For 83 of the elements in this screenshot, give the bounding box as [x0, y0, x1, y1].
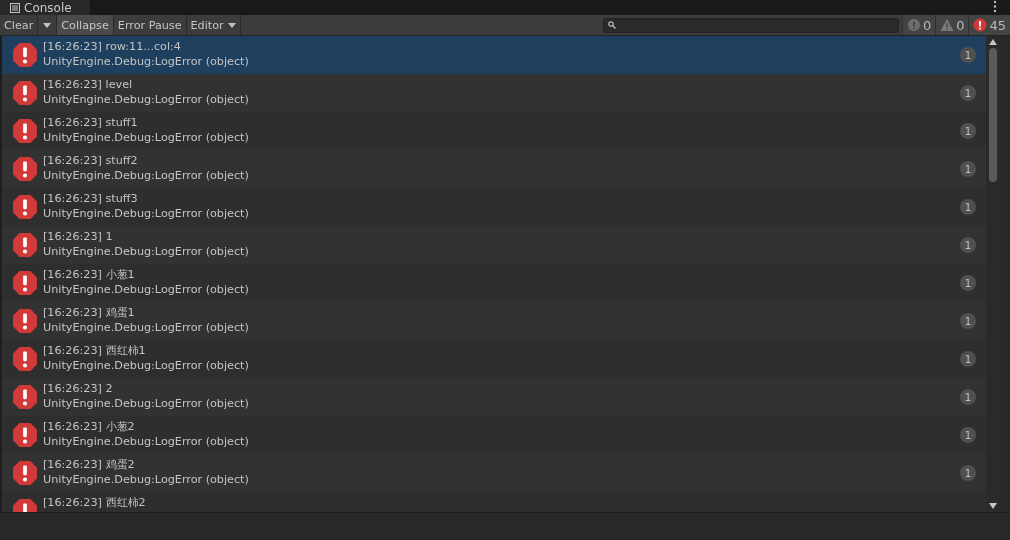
log-source: UnityEngine.Debug:LogError (object)	[43, 130, 249, 145]
log-message: [16:26:23] stuff1	[43, 115, 139, 130]
log-source: UnityEngine.Debug:LogError (object)	[43, 358, 249, 373]
log-message: [16:26:23] 小葱1	[43, 267, 136, 282]
clear-button[interactable]: Clear	[0, 15, 39, 35]
error-count-button[interactable]: 45	[968, 15, 1010, 35]
caret-icon	[227, 22, 236, 28]
log-source: UnityEngine.Debug:LogError (object)	[43, 168, 249, 183]
search-field[interactable]	[602, 17, 899, 33]
scroll-thumb[interactable]	[989, 48, 997, 182]
log-message: [16:26:23] 鸡蛋1	[43, 305, 136, 320]
error-icon	[12, 156, 38, 182]
log-source: UnityEngine.Debug:LogError (object)	[43, 92, 249, 107]
error-icon	[12, 460, 38, 486]
error-icon	[12, 346, 38, 372]
log-source: UnityEngine.Debug:LogError (object)	[43, 244, 249, 259]
log-entry[interactable]: [16:26:23] row:11...col:4 UnityEngine.Debug:LogError (object) 1	[2, 36, 986, 74]
log-entry[interactable]: [16:26:23] 西红柿2	[2, 492, 986, 512]
error-icon	[12, 232, 38, 258]
count-badge: 1	[960, 427, 976, 443]
count-badge: 1	[960, 313, 976, 329]
toggle-button[interactable]: Collapse	[57, 15, 114, 35]
log-message: [16:26:23] 小葱2	[43, 419, 136, 434]
log-message: [16:26:23] 1	[43, 229, 114, 244]
count-badge: 1	[960, 237, 976, 253]
count-badge: 1	[960, 389, 976, 405]
log-entry[interactable]: [16:26:23] 鸡蛋2 UnityEngine.Debug:LogError (object) 1	[2, 454, 986, 492]
log-entry[interactable]: [16:26:23] level UnityEngine.Debug:LogError (object) 1	[2, 74, 986, 112]
log-message: [16:26:23] stuff2	[43, 153, 139, 168]
log-message: [16:26:23] 西红柿2	[43, 495, 146, 510]
scroll-up-icon[interactable]	[989, 39, 997, 45]
more-icon[interactable]	[992, 0, 998, 13]
error-icon	[12, 308, 38, 334]
console-icon	[10, 2, 20, 13]
scrollbar[interactable]	[986, 36, 1000, 512]
log-entry[interactable]: [16:26:23] 1 UnityEngine.Debug:LogError (object) 1	[2, 226, 986, 264]
log-entry[interactable]: [16:26:23] 小葱2 UnityEngine.Debug:LogError (object) 1	[2, 416, 986, 454]
error-icon	[973, 18, 988, 32]
log-entry[interactable]: [16:26:23] stuff3 UnityEngine.Debug:LogError (object) 1	[2, 188, 986, 226]
log-message: [16:26:23] 鸡蛋2	[43, 457, 136, 472]
error-icon	[12, 422, 38, 448]
log-entry[interactable]: [16:26:23] 鸡蛋1 UnityEngine.Debug:LogError (object) 1	[2, 302, 986, 340]
scroll-down-icon[interactable]	[989, 503, 997, 509]
toggle-button[interactable]: Error Pause	[113, 15, 187, 35]
log-source: UnityEngine.Debug:LogError (object)	[43, 434, 249, 449]
log-message: [16:26:23] 2	[43, 381, 114, 396]
count-badge: 1	[960, 123, 976, 139]
log-source: UnityEngine.Debug:LogError (object)	[43, 282, 249, 297]
log-source: UnityEngine.Debug:LogError (object)	[43, 320, 249, 335]
log-entry[interactable]: [16:26:23] stuff2 UnityEngine.Debug:LogError (object) 1	[2, 150, 986, 188]
dropdown-button[interactable]: Editor	[186, 15, 241, 35]
count-badge: 1	[960, 465, 976, 481]
error-icon	[12, 384, 38, 410]
log-message: [16:26:23] level	[43, 77, 134, 92]
warning-icon	[940, 18, 955, 32]
error-icon	[12, 194, 38, 220]
error-icon	[12, 118, 38, 144]
count-badge: 1	[960, 351, 976, 367]
log-message: [16:26:23] row:11...col:4	[43, 39, 182, 54]
count-badge: 1	[960, 199, 976, 215]
log-source: UnityEngine.Debug:LogError (object)	[43, 396, 249, 411]
error-icon	[12, 270, 38, 296]
error-icon	[12, 80, 38, 106]
count-badge: 1	[960, 161, 976, 177]
log-source: UnityEngine.Debug:LogError (object)	[43, 206, 249, 221]
info-icon	[906, 18, 921, 32]
log-entry[interactable]: [16:26:23] stuff1 UnityEngine.Debug:LogError (object) 1	[2, 112, 986, 150]
count-badge: 1	[960, 275, 976, 291]
log-entry[interactable]: [16:26:23] 西红柿1 UnityEngine.Debug:LogError (object) 1	[2, 340, 986, 378]
error-icon	[12, 42, 38, 68]
console-tab[interactable]: Console	[0, 0, 90, 15]
log-source: UnityEngine.Debug:LogError (object)	[43, 54, 249, 69]
log-source: UnityEngine.Debug:LogError (object)	[43, 472, 249, 487]
info-count-button[interactable]: 0	[901, 15, 936, 35]
warning-count-button[interactable]: 0	[935, 15, 969, 35]
caret-icon	[43, 22, 52, 28]
search-icon	[607, 21, 616, 29]
count-badge: 1	[960, 47, 976, 63]
log-message: [16:26:23] 西红柿1	[43, 343, 147, 358]
log-message: [16:26:23] stuff3	[43, 191, 139, 206]
log-entry[interactable]: [16:26:23] 2 UnityEngine.Debug:LogError (object) 1	[2, 378, 986, 416]
count-badge: 1	[960, 85, 976, 101]
log-entry[interactable]: [16:26:23] 小葱1 UnityEngine.Debug:LogError (object) 1	[2, 264, 986, 302]
